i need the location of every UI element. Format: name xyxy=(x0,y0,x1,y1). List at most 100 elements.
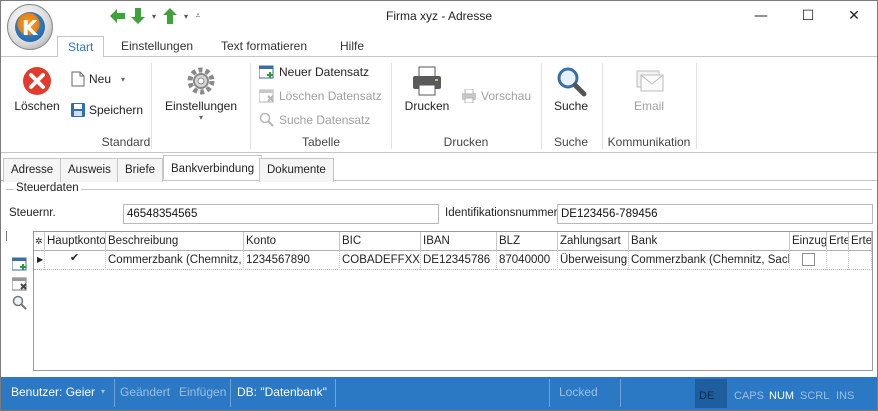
drucken-label: Drucken xyxy=(404,99,450,113)
loeschen-button[interactable]: Löschen xyxy=(11,65,63,113)
column-header-beschreibung[interactable]: Beschreibung xyxy=(106,232,244,251)
column-header-erte-1[interactable]: Erte xyxy=(827,232,849,251)
minimize-button[interactable]: — xyxy=(738,1,784,31)
loeschen-datensatz-label: Löschen Datensatz xyxy=(279,89,382,103)
grid-delete-row-button[interactable] xyxy=(11,275,29,292)
grid-search-button[interactable] xyxy=(11,294,29,311)
search-icon xyxy=(557,67,587,97)
email-label: Email xyxy=(633,99,664,113)
ribbon-separator xyxy=(696,63,697,149)
status-ins: INS xyxy=(836,390,855,402)
vorschau-button[interactable]: Vorschau xyxy=(461,89,531,103)
tab-hilfe[interactable]: Hilfe xyxy=(330,36,374,58)
column-header-bank[interactable]: Bank xyxy=(629,232,790,251)
cell-erte-1[interactable] xyxy=(827,251,849,270)
app-logo-icon: K xyxy=(15,12,45,42)
neuer-datensatz-button[interactable]: Neuer Datensatz xyxy=(259,65,369,79)
column-header-hauptkonto[interactable]: Hauptkonto xyxy=(45,232,106,251)
speichern-button[interactable]: Speichern xyxy=(71,103,143,117)
cell-erte-2[interactable] xyxy=(849,251,872,270)
cell-beschreibung[interactable]: Commerzbank (Chemnitz, Sa xyxy=(106,251,244,270)
ribbon: Löschen Neu ▾ Speichern Einstellungen ▾ … xyxy=(1,57,877,153)
tab-start[interactable]: Start xyxy=(57,36,105,58)
grid-add-row-button[interactable] xyxy=(11,255,29,272)
title-bar: ▾ ▾ ⩡ Firma xyz - Adresse — ☐ ✕ xyxy=(1,1,877,33)
table-row[interactable]: ▶ ✔ Commerzbank (Chemnitz, Sa 1234567890… xyxy=(34,251,872,270)
neu-button[interactable]: Neu ▾ xyxy=(71,71,125,87)
column-header-erte-2[interactable]: Erte xyxy=(849,232,872,251)
status-separator xyxy=(114,379,115,407)
group-kommunikation-label: Kommunikation xyxy=(607,135,691,149)
hauptkonto-checkbox[interactable]: ✔ xyxy=(68,253,81,266)
neuer-datensatz-label: Neuer Datensatz xyxy=(279,65,370,79)
email-button[interactable]: Email xyxy=(623,65,675,113)
status-benutzer: Benutzer: Geier xyxy=(11,385,96,399)
delete-record-icon xyxy=(259,89,274,103)
status-separator xyxy=(230,379,231,407)
search-icon xyxy=(12,295,27,310)
suche-datensatz-label: Suche Datensatz xyxy=(279,113,371,127)
chevron-down-icon: ▾ xyxy=(198,113,203,122)
cell-zahlungsart[interactable]: Überweisung xyxy=(558,251,629,270)
tab-dokumente[interactable]: Dokumente xyxy=(259,158,334,182)
cell-einzug[interactable] xyxy=(790,251,827,270)
einstellungen-button[interactable]: Einstellungen ▾ xyxy=(161,65,241,122)
ribbon-tab-bar: Start Einstellungen Text formatieren Hil… xyxy=(1,33,877,58)
status-locked: Locked xyxy=(559,385,598,399)
cell-blz[interactable]: 87040000 xyxy=(497,251,558,270)
status-num: NUM xyxy=(769,390,795,402)
steuerdaten-legend: Steuerdaten xyxy=(14,182,81,194)
einzug-checkbox[interactable] xyxy=(802,253,815,266)
suche-label: Suche xyxy=(553,99,589,113)
vorschau-label: Vorschau xyxy=(481,89,532,103)
identifikationsnummer-label: Identifikationsnummer xyxy=(445,207,558,219)
column-header-einzug[interactable]: Einzug xyxy=(790,232,827,251)
cell-hauptkonto[interactable]: ✔ xyxy=(45,251,106,270)
chevron-down-icon: ▾ xyxy=(121,74,126,84)
search-record-icon xyxy=(259,112,274,127)
status-caps: CAPS xyxy=(734,390,764,402)
row-selector-header[interactable]: ✲ xyxy=(34,232,45,251)
status-separator xyxy=(620,379,621,407)
cell-konto[interactable]: 1234567890 xyxy=(244,251,340,270)
suche-datensatz-button[interactable]: Suche Datensatz xyxy=(259,112,370,128)
gear-icon xyxy=(187,67,215,95)
cell-bank[interactable]: Commerzbank (Chemnitz, Sachs) xyxy=(629,251,790,270)
speichern-label: Speichern xyxy=(89,103,144,117)
steuernr-field[interactable]: 46548354565 xyxy=(123,204,439,224)
close-icon: ✕ xyxy=(848,8,860,24)
tab-briefe[interactable]: Briefe xyxy=(117,158,164,182)
status-lang: DE xyxy=(699,390,715,402)
status-geaendert: Geändert xyxy=(120,385,171,399)
status-separator xyxy=(549,379,550,407)
tab-ausweis[interactable]: Ausweis xyxy=(60,158,119,182)
save-icon xyxy=(71,103,85,117)
column-header-konto[interactable]: Konto xyxy=(244,232,340,251)
tab-adresse[interactable]: Adresse xyxy=(3,158,62,182)
column-header-bic[interactable]: BIC xyxy=(340,232,421,251)
column-header-iban[interactable]: IBAN xyxy=(421,232,497,251)
application-menu-button[interactable]: K xyxy=(7,4,53,50)
grid-header: ✲ Hauptkonto Beschreibung Konto BIC IBAN… xyxy=(34,232,872,251)
suche-button[interactable]: Suche xyxy=(547,65,595,113)
drucken-button[interactable]: Drucken xyxy=(401,65,453,113)
maximize-button[interactable]: ☐ xyxy=(785,1,831,31)
cell-iban[interactable]: DE12345786 xyxy=(421,251,497,270)
row-indicator-icon[interactable]: ▶ xyxy=(34,251,45,270)
tab-text-formatieren[interactable]: Text formatieren xyxy=(211,36,317,58)
tab-bankverbindung[interactable]: Bankverbindung xyxy=(163,155,263,180)
splitter-handle[interactable] xyxy=(6,231,7,241)
group-standard-label: Standard xyxy=(101,135,151,149)
ribbon-separator xyxy=(250,63,251,149)
identifikationsnummer-field[interactable]: DE123456-789456 xyxy=(557,204,873,224)
column-header-zahlungsart[interactable]: Zahlungsart xyxy=(558,232,629,251)
chevron-down-icon[interactable]: ▾ xyxy=(101,381,105,410)
content-tab-bar: Adresse Ausweis Briefe Bankverbindung Do… xyxy=(1,155,877,182)
einstellungen-label: Einstellungen xyxy=(164,99,238,113)
column-header-blz[interactable]: BLZ xyxy=(497,232,558,251)
tab-einstellungen[interactable]: Einstellungen xyxy=(111,36,203,58)
close-button[interactable]: ✕ xyxy=(831,1,877,31)
loeschen-datensatz-button[interactable]: Löschen Datensatz xyxy=(259,89,382,103)
cell-bic[interactable]: COBADEFFXXX xyxy=(340,251,421,270)
ribbon-separator xyxy=(541,63,542,149)
